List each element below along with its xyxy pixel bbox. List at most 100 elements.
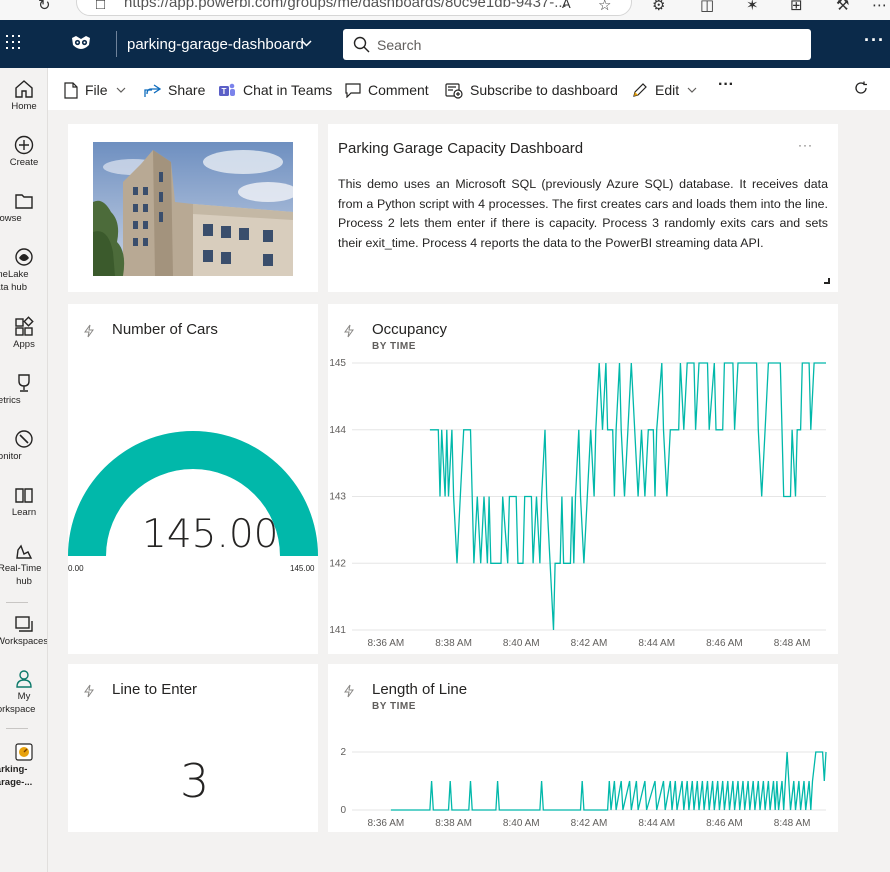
nav-label: Real-Time xyxy=(0,563,42,574)
chat-label: Chat in Teams xyxy=(243,82,333,98)
gauge-value: 145.00 xyxy=(142,512,279,557)
nav-label: Apps xyxy=(13,339,35,350)
series-line xyxy=(390,751,827,811)
subscribe-icon xyxy=(445,82,463,99)
browser-toolbar: ↻ □ https://app.powerbi.com/groups/me/da… xyxy=(0,0,890,20)
comment-label: Comment xyxy=(368,82,429,98)
comment-icon xyxy=(345,82,361,98)
subscribe-button[interactable]: Subscribe to dashboard xyxy=(445,80,618,100)
nav-label: Monitor xyxy=(0,451,22,462)
x-tick-label: 8:48 AM xyxy=(774,638,811,649)
nav-label: Learn xyxy=(11,507,37,518)
nav-realtime-hub[interactable]: Real-Time hub xyxy=(0,540,47,588)
x-tick-label: 8:40 AM xyxy=(503,818,540,829)
nav-create[interactable]: Create xyxy=(0,134,47,169)
refresh-browser-icon[interactable]: ↻ xyxy=(38,0,51,14)
browse-icon xyxy=(15,194,33,209)
x-tick-label: 8:46 AM xyxy=(706,638,743,649)
y-tick-label: 143 xyxy=(329,492,346,503)
search-placeholder: Search xyxy=(377,37,422,53)
length-of-line-tile[interactable]: Length of Line BY TIME 0 2 8:36 AM 8:38 AM 8… xyxy=(328,664,838,832)
x-tick-label: 8:44 AM xyxy=(638,638,675,649)
workspaces-icon xyxy=(15,616,33,632)
command-bar: File Share T Chat in Teams Comment Subsc… xyxy=(48,68,890,110)
app-launcher-icon[interactable] xyxy=(6,35,22,51)
lightning-bolt-icon xyxy=(84,684,94,698)
nav-separator xyxy=(6,602,28,603)
nav-metrics[interactable]: Metrics xyxy=(0,372,47,407)
nav-label: hub xyxy=(16,576,32,587)
nav-label: parking- xyxy=(0,764,28,775)
realtime-hub-icon xyxy=(16,544,33,559)
nav-current-dashboard[interactable]: parking- garage-... xyxy=(0,741,47,789)
comment-button[interactable]: Comment xyxy=(345,80,429,100)
extensions-icon[interactable]: ⚙ xyxy=(652,0,665,14)
nav-my-workspace[interactable]: My workspace xyxy=(0,668,47,716)
tile-title: Line to Enter xyxy=(112,681,198,698)
x-tick-label: 8:36 AM xyxy=(368,638,405,649)
nav-onelake[interactable]: OneLake data hub xyxy=(0,246,47,294)
share-button[interactable]: Share xyxy=(144,80,205,100)
y-tick-label: 0 xyxy=(340,805,346,816)
dashboard-icon xyxy=(15,743,33,761)
monitor-icon xyxy=(15,430,33,448)
refresh-icon[interactable] xyxy=(854,81,868,95)
subscribe-label: Subscribe to dashboard xyxy=(470,82,618,98)
chevron-down-icon xyxy=(116,87,125,93)
gauge-max-label: 145.00 xyxy=(290,564,315,573)
browser-essentials-icon[interactable]: ⚒ xyxy=(836,0,849,14)
x-tick-label: 8:38 AM xyxy=(435,638,472,649)
x-tick-label: 8:38 AM xyxy=(435,818,472,829)
learn-icon xyxy=(15,488,33,503)
card-value: 3 xyxy=(180,754,210,808)
length-of-line-chart: 0 2 8:36 AM 8:38 AM 8:40 AM 8:42 AM 8:44 AM 8:4… xyxy=(340,747,827,829)
image-tile[interactable] xyxy=(68,124,318,292)
collections-icon[interactable]: ⊞ xyxy=(790,0,803,14)
more-options-button[interactable]: ··· xyxy=(718,76,734,94)
nav-label: Workspaces xyxy=(0,636,48,647)
x-tick-label: 8:42 AM xyxy=(571,638,608,649)
line-to-enter-tile[interactable]: Line to Enter 3 xyxy=(68,664,318,832)
nav-label: OneLake xyxy=(0,269,29,280)
favorite-star-icon[interactable]: ☆ xyxy=(598,0,611,14)
tile-more-options-icon[interactable]: ··· xyxy=(798,138,813,152)
search-icon xyxy=(353,36,370,53)
browser-menu-icon[interactable]: ⋯ xyxy=(872,0,887,14)
nav-label: data hub xyxy=(0,282,27,293)
nav-home[interactable]: Home xyxy=(0,78,47,113)
split-screen-icon[interactable]: ◫ xyxy=(700,0,714,14)
header-more-icon[interactable]: ··· xyxy=(864,30,885,51)
text-tile[interactable]: Parking Garage Capacity Dashboard ··· Th… xyxy=(328,124,838,292)
workspace-title[interactable]: parking-garage-dashboard xyxy=(127,36,304,53)
svg-text:T: T xyxy=(222,87,227,96)
search-input[interactable]: Search xyxy=(343,29,811,60)
text-tile-title: Parking Garage Capacity Dashboard xyxy=(338,140,584,157)
nav-workspaces[interactable]: Workspaces xyxy=(0,613,48,648)
building-photo xyxy=(93,142,293,276)
x-tick-label: 8:44 AM xyxy=(638,818,675,829)
chevron-down-icon[interactable] xyxy=(301,34,312,54)
file-menu-button[interactable]: File xyxy=(64,80,133,100)
favorites-icon[interactable]: ✶ xyxy=(746,0,759,14)
gauge-chart xyxy=(68,431,318,556)
nav-label: workspace xyxy=(0,704,36,715)
left-navigation: Home Create Browse OneLake data hub Apps… xyxy=(0,68,48,872)
nav-apps[interactable]: Apps xyxy=(0,316,47,351)
resize-handle-icon[interactable] xyxy=(824,278,830,284)
nav-label: garage-... xyxy=(0,777,33,788)
read-aloud-icon[interactable]: À xyxy=(562,0,571,11)
chat-in-teams-button[interactable]: T Chat in Teams xyxy=(218,80,332,100)
y-tick-label: 145 xyxy=(329,358,346,369)
number-of-cars-tile[interactable]: Number of Cars 145.00 0.00 145.00 xyxy=(68,304,318,654)
chevron-down-icon xyxy=(687,87,697,93)
edit-button[interactable]: Edit xyxy=(632,80,704,100)
file-icon xyxy=(64,81,78,99)
url-text[interactable]: https://app.powerbi.com/groups/me/dashbo… xyxy=(124,0,567,11)
share-icon xyxy=(144,83,161,97)
nav-learn[interactable]: Learn xyxy=(0,484,47,519)
nav-label: Home xyxy=(11,101,37,112)
nav-label: Create xyxy=(9,157,39,168)
nav-browse[interactable]: Browse xyxy=(0,190,47,225)
occupancy-tile[interactable]: Occupancy BY TIME 141 142 143 144 145 8:36 AM… xyxy=(328,304,838,654)
nav-monitor[interactable]: Monitor xyxy=(0,428,47,463)
